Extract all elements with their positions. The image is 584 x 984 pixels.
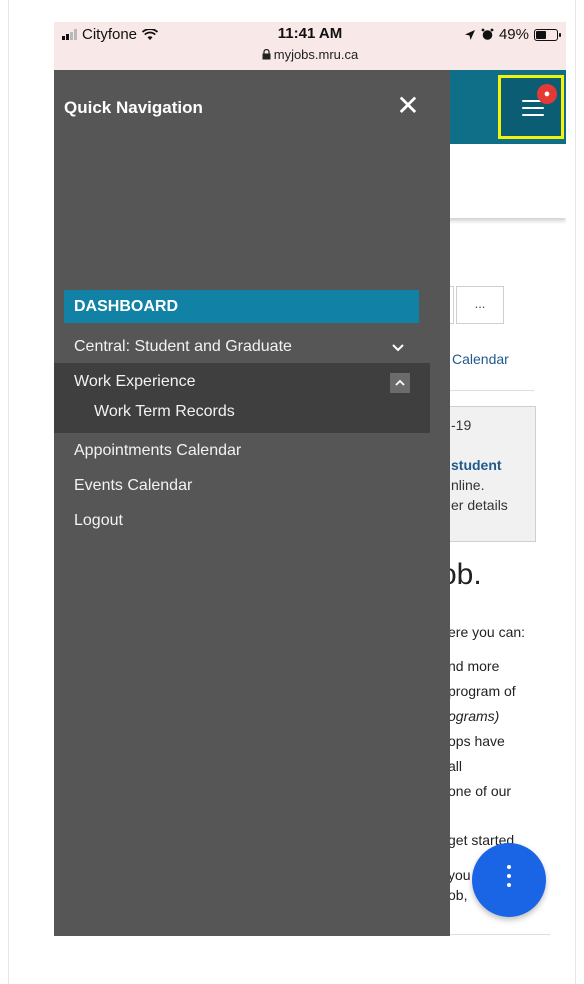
url-text: myjobs.mru.ca xyxy=(273,47,359,62)
body-text-line: you xyxy=(448,867,471,883)
battery-percent: 49% xyxy=(498,26,529,43)
menu-button[interactable]: ● xyxy=(498,75,564,139)
info-text-online: nline. xyxy=(451,477,485,493)
body-text-line: ops have xyxy=(448,733,505,749)
calendar-link[interactable]: Calendar xyxy=(452,351,509,367)
location-arrow-icon xyxy=(464,29,475,40)
status-right-group: 49% xyxy=(464,26,561,43)
body-text-line: all xyxy=(448,758,463,774)
nav-item-appointments-calendar[interactable]: Appointments Calendar xyxy=(74,442,241,460)
divider xyxy=(440,934,550,935)
chevron-up-icon[interactable] xyxy=(390,373,410,393)
address-bar[interactable]: myjobs.mru.ca xyxy=(54,47,566,62)
body-text-line: ob, xyxy=(448,887,468,903)
work-experience-group: Work Experience Work Term Records xyxy=(54,363,430,433)
notification-badge: ● xyxy=(537,84,557,104)
nav-item-central[interactable]: Central: Student and Graduate xyxy=(74,338,292,356)
info-text-details: er details xyxy=(451,497,508,513)
dashboard-link[interactable]: DASHBOARD xyxy=(64,290,419,323)
close-icon[interactable]: ✕ xyxy=(390,88,426,124)
ios-status-bar: Cityfone 11:41 AM myjobs.mru.ca 49% xyxy=(54,22,566,70)
battery-icon xyxy=(534,28,561,41)
info-box: -19 student nline. er details xyxy=(444,406,536,542)
lock-icon xyxy=(262,48,271,60)
more-tabs-button[interactable]: ... xyxy=(456,286,504,324)
drawer-title: Quick Navigation xyxy=(64,98,203,117)
alarm-icon xyxy=(481,28,494,40)
info-student-link[interactable]: student xyxy=(451,457,502,473)
floating-action-button[interactable] xyxy=(472,843,546,917)
body-text-line: ere you can: xyxy=(448,624,526,640)
body-text-line: ograms) xyxy=(448,708,500,724)
nav-item-work-experience[interactable]: Work Experience xyxy=(74,373,196,391)
chevron-down-icon[interactable] xyxy=(392,344,404,352)
nav-item-events-calendar[interactable]: Events Calendar xyxy=(74,477,192,495)
info-date: -19 xyxy=(451,417,472,433)
quick-navigation-drawer: Quick Navigation ✕ DASHBOARD Central: St… xyxy=(54,70,450,936)
vertical-dots-icon xyxy=(506,865,512,892)
body-text-line: nd more xyxy=(448,658,500,674)
nav-item-logout[interactable]: Logout xyxy=(74,512,123,530)
body-text-line: one of our xyxy=(448,783,512,799)
body-text-line: program of xyxy=(448,683,516,699)
divider xyxy=(440,390,534,391)
nav-item-work-term-records[interactable]: Work Term Records xyxy=(94,403,235,421)
